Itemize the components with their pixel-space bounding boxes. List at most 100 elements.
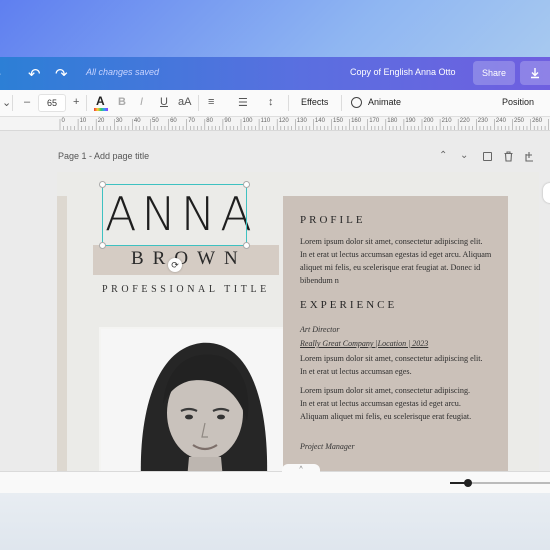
job-role[interactable]: Art Director (300, 325, 339, 334)
align-icon[interactable]: ≡ (208, 96, 214, 108)
experience-heading[interactable]: EXPERIENCE (300, 299, 397, 311)
ruler-number: 20 (97, 118, 105, 124)
page-title[interactable]: Page 1 - Add page title (58, 151, 149, 161)
ruler-number: 170 (369, 118, 380, 124)
font-dropdown-chevron-icon[interactable]: ⌄ (2, 96, 11, 109)
background-fade (0, 493, 550, 550)
professional-title-text[interactable]: PROFESSIONAL TITLE (102, 284, 270, 295)
ruler-number: 140 (314, 118, 325, 124)
text-color-button[interactable]: A (94, 94, 108, 112)
text-line: Lorem ipsum dolor sit amet, consectetur … (300, 386, 471, 395)
italic-button[interactable]: I (140, 96, 143, 108)
ruler-number: 70 (188, 118, 195, 124)
add-page-icon[interactable] (525, 151, 536, 162)
zoom-knob[interactable] (464, 479, 472, 487)
resize-handle[interactable] (99, 181, 106, 188)
animate-button[interactable]: Animate (368, 97, 401, 107)
text-toolbar: ⌄ – 65 + A B I U aA ≡ ☰ ↕ Effects Animat… (0, 90, 550, 117)
zoom-slider[interactable] (450, 479, 550, 487)
ruler-number: 260 (532, 118, 543, 124)
ruler-number: 190 (405, 118, 416, 124)
letter-case-button[interactable]: aA (178, 96, 191, 108)
portrait-image (101, 329, 285, 472)
job-description[interactable]: Lorem ipsum dolor sit amet, consectetur … (300, 352, 505, 378)
decrease-font-button[interactable]: – (24, 96, 30, 108)
back-icon[interactable]: › (0, 65, 1, 82)
ruler-number: 160 (351, 118, 362, 124)
ruler-number: 50 (152, 118, 159, 124)
effects-button[interactable]: Effects (301, 97, 328, 107)
ruler-number: 40 (133, 118, 141, 124)
ruler-number: 240 (495, 118, 506, 124)
text-line: Lorem ipsum dolor sit amet, consectetur … (300, 237, 483, 246)
job-description[interactable]: Lorem ipsum dolor sit amet, consectetur … (300, 384, 505, 423)
text-line: In et erat ut lectus accumsan egestas id… (300, 250, 492, 259)
share-button[interactable]: Share (473, 61, 515, 85)
horizontal-ruler: 0 10 20 30 40 50 60 70 80 90 100 110 120 130 140 150 160… (0, 117, 550, 131)
ruler-number: 120 (278, 118, 289, 124)
download-icon (531, 68, 539, 79)
toolbar-divider (86, 95, 87, 111)
text-line: aliquet mi felis, eu scelerisque erat fe… (300, 263, 481, 272)
design-canvas: Page 1 - Add page title ⌃ ⌄ ANNA BROWN ⟳… (0, 131, 550, 472)
side-scroll-handle[interactable] (543, 183, 550, 203)
ruler-number: 90 (224, 118, 232, 124)
last-name-text[interactable]: BROWN (131, 248, 247, 270)
collapse-pages-button[interactable]: ^ (282, 464, 320, 474)
ruler-number: 180 (387, 118, 398, 124)
profile-text[interactable]: Lorem ipsum dolor sit amet, consectetur … (300, 235, 505, 287)
save-status: All changes saved (86, 67, 160, 77)
ruler-number: 250 (514, 118, 525, 124)
spacing-icon[interactable]: ↕ (268, 96, 274, 108)
job-company[interactable]: Really Great Company |Location | 2023 (300, 339, 428, 348)
toolbar-divider (341, 95, 342, 111)
download-button[interactable] (520, 61, 550, 85)
toolbar-divider (12, 95, 13, 111)
footer-bar: ^ (0, 464, 550, 493)
page-down-icon[interactable]: ⌄ (460, 150, 468, 161)
redo-icon[interactable]: ↷ (55, 65, 68, 83)
text-line: bibendum n (300, 276, 339, 285)
list-icon[interactable]: ☰ (238, 96, 248, 109)
resize-handle[interactable] (243, 181, 250, 188)
ruler-number: 0 (61, 118, 65, 124)
ruler-number: 230 (477, 118, 488, 124)
toolbar-divider (288, 95, 289, 111)
increase-font-button[interactable]: + (73, 96, 79, 108)
text-line: In et erat ut lectus accumsan egestas id… (300, 399, 461, 408)
toolbar-divider (198, 95, 199, 111)
text-line: Lorem ipsum dolor sit amet, consectetur … (300, 354, 483, 363)
resume-page[interactable]: ANNA BROWN ⟳ PROFESSIONAL TITLE PROFILE … (57, 172, 539, 472)
text-selection-box[interactable] (99, 181, 250, 249)
undo-icon[interactable]: ↶ (28, 65, 41, 83)
animate-icon (351, 97, 362, 108)
ruler-number: 10 (79, 118, 87, 124)
editor-header: › ↶ ↷ All changes saved Copy of English … (0, 57, 550, 90)
bold-button[interactable]: B (118, 96, 126, 108)
ruler-number: 60 (170, 118, 177, 124)
rotate-icon[interactable]: ⟳ (168, 258, 182, 272)
underline-button[interactable]: U (160, 96, 168, 108)
left-accent-strip (57, 196, 67, 472)
ruler-number: 220 (459, 118, 470, 124)
duplicate-page-icon[interactable] (483, 152, 492, 161)
profile-photo[interactable] (99, 327, 287, 472)
page-up-icon[interactable]: ⌃ (439, 150, 447, 161)
font-size-input[interactable]: 65 (38, 94, 66, 112)
ruler-number: 100 (242, 118, 253, 124)
delete-page-icon[interactable] (503, 151, 514, 162)
ruler-number: 200 (423, 118, 434, 124)
ruler-number: 130 (296, 118, 307, 124)
ruler-number: 150 (333, 118, 344, 124)
ruler-number: 30 (115, 118, 123, 124)
text-color-swatch (94, 108, 108, 111)
profile-heading[interactable]: PROFILE (300, 214, 366, 226)
ruler-number: 80 (206, 118, 213, 124)
position-button[interactable]: Position (502, 97, 534, 107)
text-line: In et erat ut lectus accumsan eges. (300, 367, 412, 376)
ruler-number: 110 (260, 118, 271, 124)
job-role[interactable]: Project Manager (300, 442, 355, 451)
resize-handle[interactable] (99, 242, 106, 249)
document-title[interactable]: Copy of English Anna Otto (350, 67, 456, 77)
right-column: PROFILE Lorem ipsum dolor sit amet, cons… (283, 196, 508, 472)
